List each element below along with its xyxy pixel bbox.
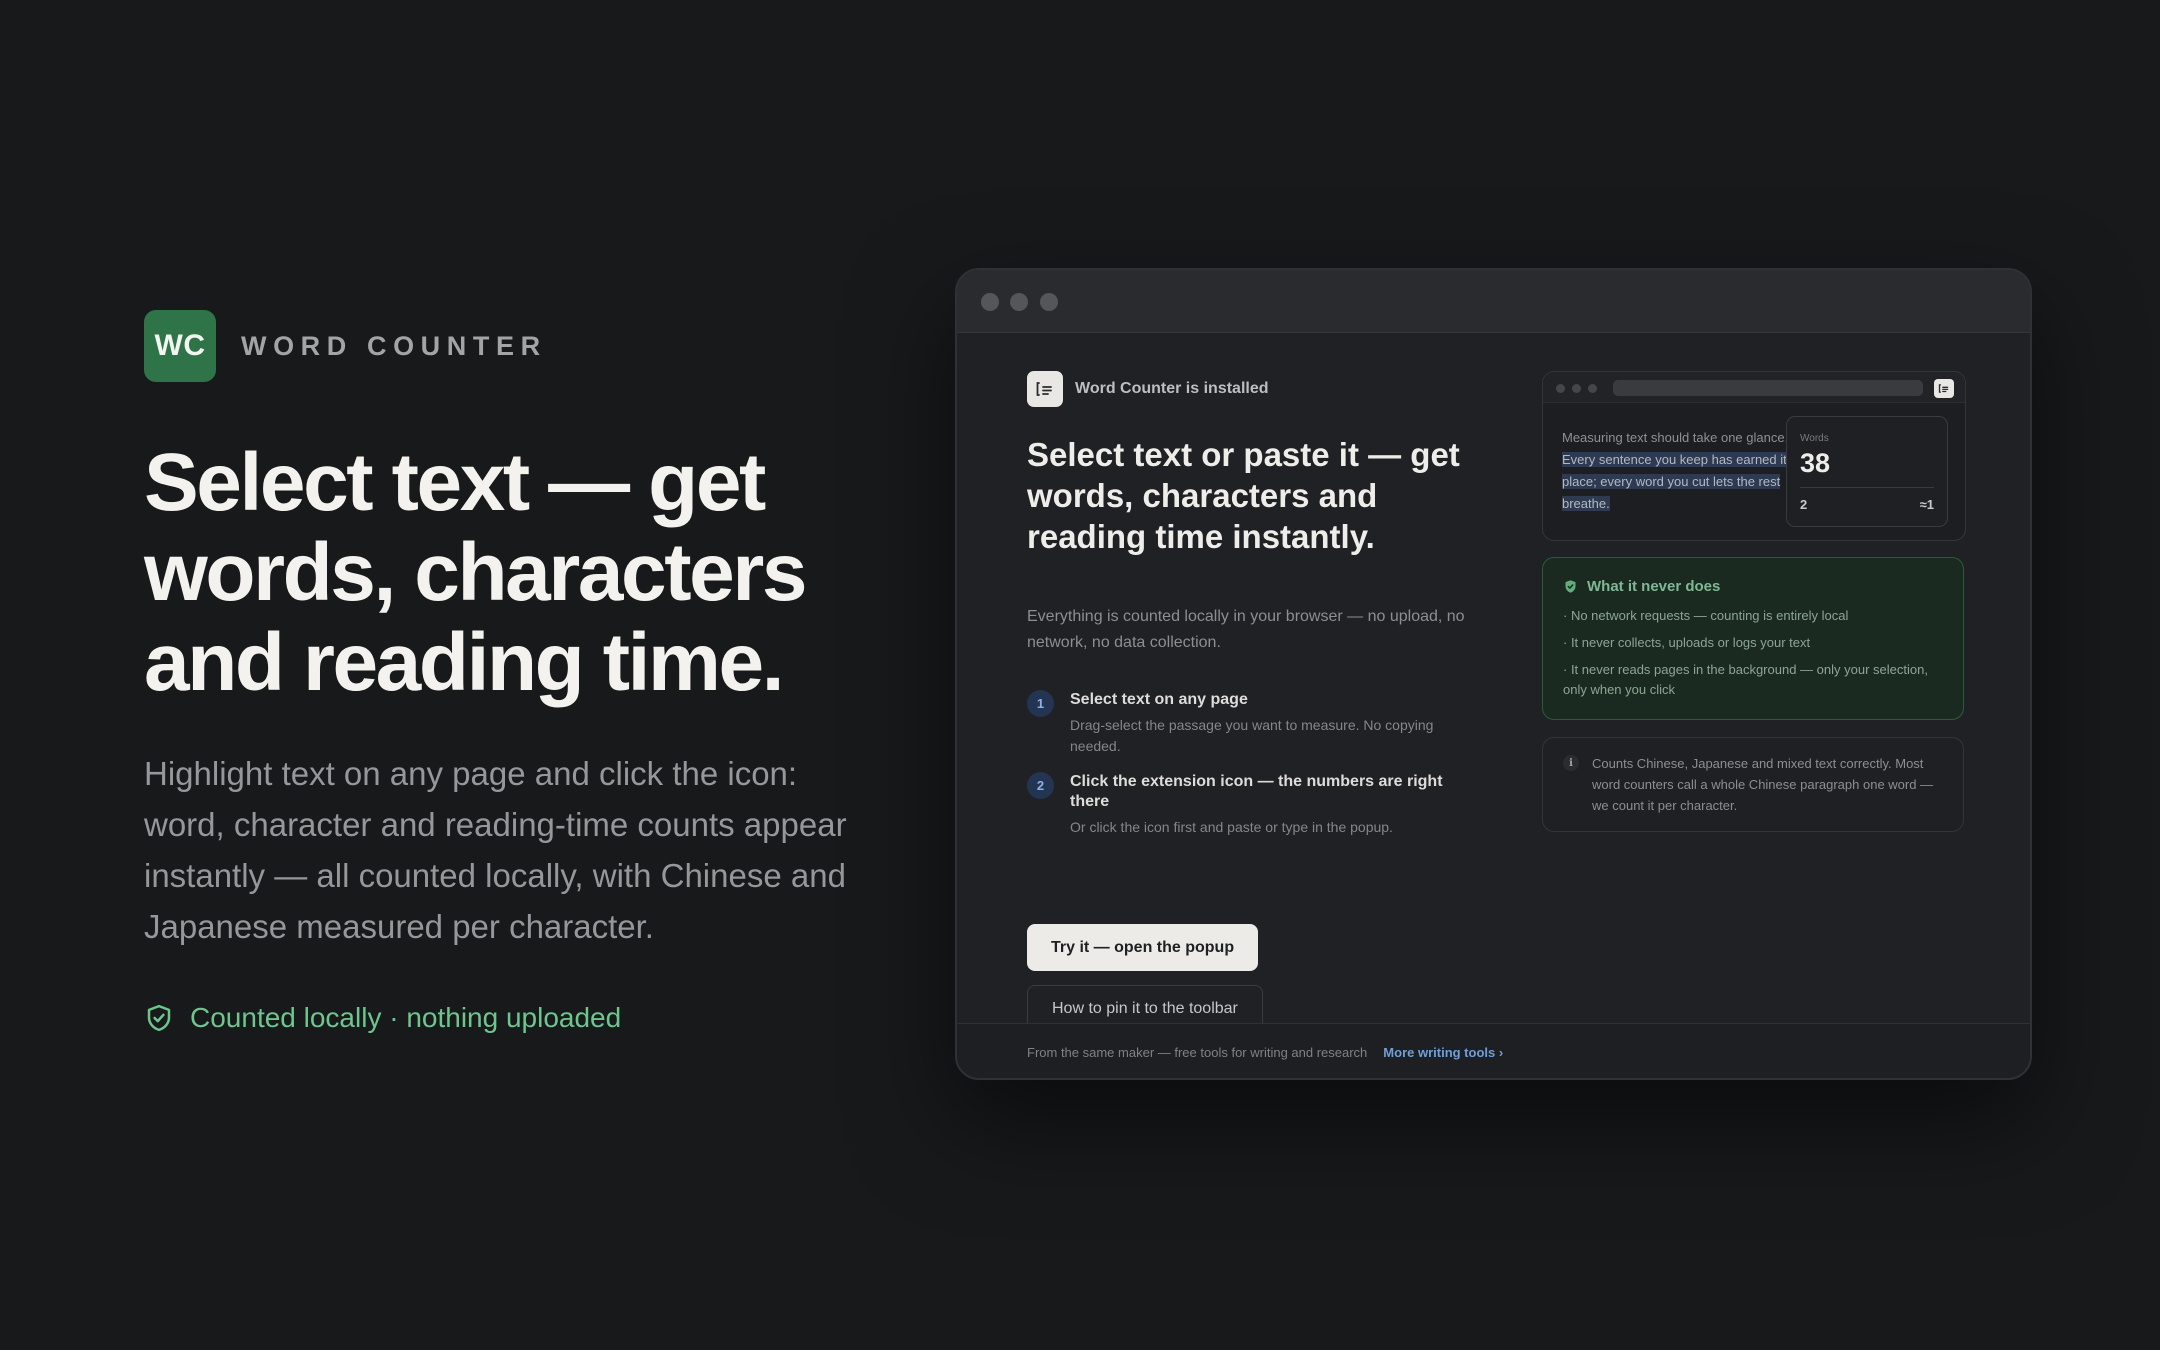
open-popup-button[interactable]: Try it — open the popup bbox=[1027, 924, 1259, 971]
stats-label: Words bbox=[1800, 433, 1829, 444]
preview-footer: From the same maker — free tools for wri… bbox=[957, 1023, 2030, 1078]
window-minimize-dot[interactable] bbox=[1010, 293, 1028, 311]
mini-dot bbox=[1588, 384, 1597, 393]
privacy-badge: Counted locally · nothing uploaded bbox=[144, 1002, 621, 1034]
step-title: Click the extension icon — the numbers a… bbox=[1070, 773, 1443, 810]
list-item: · It never reads pages in the background… bbox=[1563, 662, 1928, 697]
step-item: 2 Click the extension icon — the numbers… bbox=[1027, 772, 1470, 838]
shield-check-icon bbox=[1565, 580, 1576, 593]
cjk-info-card: i Counts Chinese, Japanese and mixed tex… bbox=[1542, 737, 1964, 832]
shield-check-icon bbox=[147, 1004, 171, 1032]
step-number: 2 bbox=[1027, 772, 1054, 799]
popup-preview: Measuring text should take one glance. E… bbox=[1542, 371, 1966, 541]
list-item: · It never collects, uploads or logs you… bbox=[1563, 635, 1811, 650]
never-does-list: · No network requests — counting is enti… bbox=[1563, 606, 1953, 707]
sample-text-plain: Measuring text should take one glance. bbox=[1562, 430, 1789, 445]
footer-text: From the same maker — free tools for wri… bbox=[1027, 1044, 1368, 1060]
privacy-badge-text: Counted locally · nothing uploaded bbox=[190, 1002, 622, 1033]
installed-label: Word Counter is installed bbox=[1075, 380, 1269, 397]
window-zoom-dot[interactable] bbox=[1040, 293, 1058, 311]
never-does-title: What it never does bbox=[1587, 578, 1721, 595]
word-count-popup: Words 38 2 ≈1 bbox=[1786, 416, 1948, 527]
step-number: 1 bbox=[1027, 690, 1054, 717]
brand: WC WORD COUNTER bbox=[144, 310, 547, 382]
installed-header: Word Counter is installed bbox=[1027, 371, 1269, 407]
preview-subtitle: Everything is counted locally in your br… bbox=[1027, 608, 1465, 651]
window-titlebar bbox=[957, 270, 2030, 333]
mini-dot bbox=[1556, 384, 1565, 393]
brand-name: WORD COUNTER bbox=[241, 330, 547, 361]
hero-subtitle: Highlight text on any page and click the… bbox=[144, 755, 847, 945]
browser-window: Word Counter is installed Select text or… bbox=[955, 268, 2032, 1080]
stats-secondary-value: 2 bbox=[1800, 497, 1808, 512]
stats-divider bbox=[1800, 487, 1934, 488]
browser-viewport: Word Counter is installed Select text or… bbox=[957, 332, 2030, 1078]
hero-title: Select text — get words, characters and … bbox=[144, 437, 807, 708]
list-item: · No network requests — counting is enti… bbox=[1563, 608, 1849, 623]
step-description: Or click the icon first and paste or typ… bbox=[1070, 819, 1393, 835]
sample-text: Measuring text should take one glance. E… bbox=[1562, 427, 1794, 515]
word-count-value: 38 bbox=[1800, 448, 1831, 478]
preview-title: Select text or paste it — get words, cha… bbox=[1027, 436, 1460, 555]
brand-logo: WC bbox=[144, 310, 216, 382]
mini-browser-bar bbox=[1543, 372, 1965, 403]
step-description: Drag-select the passage you want to meas… bbox=[1070, 717, 1434, 754]
window-close-dot[interactable] bbox=[981, 293, 999, 311]
reading-time-value: ≈1 bbox=[1919, 497, 1934, 512]
step-item: 1 Select text on any page Drag-select th… bbox=[1027, 690, 1470, 757]
step-title: Select text on any page bbox=[1070, 691, 1248, 708]
info-icon: i bbox=[1563, 755, 1579, 771]
never-does-card: What it never does · No network requests… bbox=[1542, 557, 1964, 720]
mini-dot bbox=[1572, 384, 1581, 393]
mini-extension-icon bbox=[1934, 379, 1954, 398]
word-counter-icon bbox=[1027, 371, 1063, 407]
more-tools-link[interactable]: More writing tools › bbox=[1383, 1045, 1503, 1060]
mini-address-bar bbox=[1613, 380, 1923, 396]
sample-text-selection: Every sentence you keep has earned it pl… bbox=[1562, 452, 1787, 511]
info-text: Counts Chinese, Japanese and mixed text … bbox=[1592, 756, 1934, 813]
